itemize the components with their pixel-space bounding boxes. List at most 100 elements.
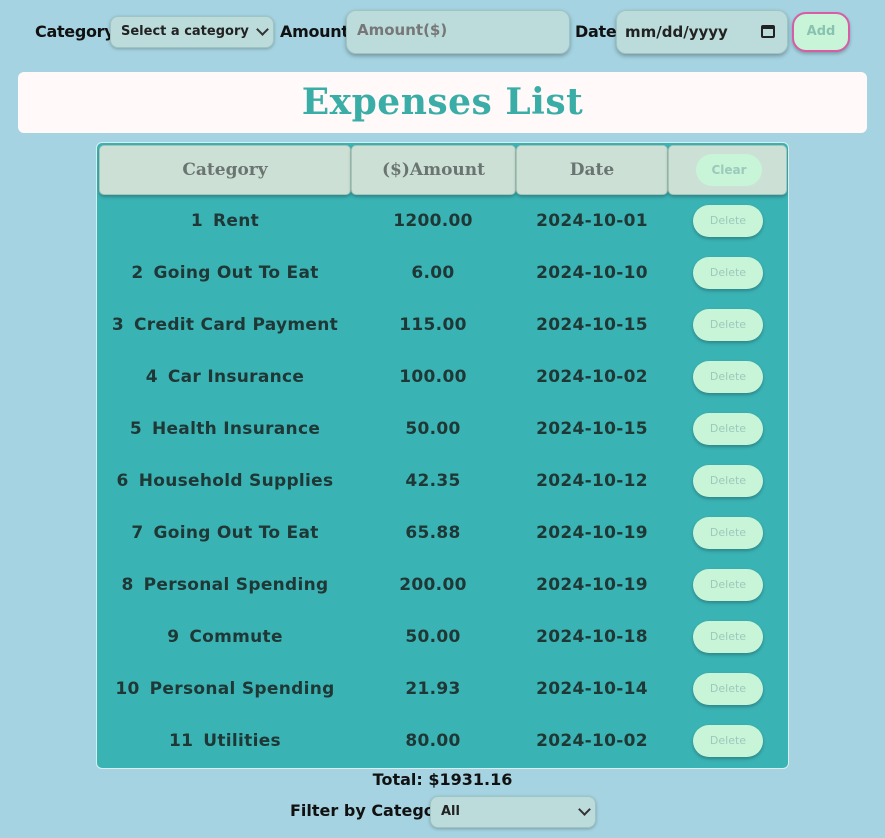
cell-category: 6 Household Supplies (97, 455, 353, 507)
row-index: 2 (131, 263, 144, 283)
header-date: Date (516, 145, 668, 195)
chevron-down-icon (578, 803, 591, 816)
row-category: Going Out To Eat (153, 263, 319, 283)
page-title: Expenses List (301, 81, 584, 123)
filter-select[interactable]: All (430, 796, 596, 828)
table-row: 6 Household Supplies 42.35 2024-10-12 Del… (97, 455, 788, 507)
row-index: 4 (145, 367, 158, 387)
cell-amount: 21.93 (405, 679, 461, 699)
cell-amount: 50.00 (405, 627, 461, 647)
delete-button[interactable]: Delete (693, 621, 763, 653)
cell-date: 2024-10-15 (536, 419, 648, 439)
date-input[interactable]: mm/dd/yyyy (616, 10, 788, 54)
delete-button[interactable]: Delete (693, 413, 763, 445)
delete-button[interactable]: Delete (693, 569, 763, 601)
table-row: 8 Personal Spending 200.00 2024-10-19 Del… (97, 559, 788, 611)
row-index: 9 (167, 627, 180, 647)
cell-amount: 100.00 (399, 367, 467, 387)
category-select-value: Select a category (121, 24, 249, 39)
cell-date: 2024-10-18 (536, 627, 648, 647)
title-banner: Expenses List (18, 72, 867, 133)
cell-amount: 42.35 (405, 471, 461, 491)
table-row: 4 Car Insurance 100.00 2024-10-02 Delete (97, 351, 788, 403)
cell-category: 10 Personal Spending (97, 663, 353, 715)
cell-category: 4 Car Insurance (97, 351, 353, 403)
cell-amount: 115.00 (399, 315, 467, 335)
row-index: 5 (129, 419, 142, 439)
amount-input[interactable]: Amount($) (346, 10, 570, 54)
table-row: 7 Going Out To Eat 65.88 2024-10-19 Delet… (97, 507, 788, 559)
table-row: 9 Commute 50.00 2024-10-18 Delete (97, 611, 788, 663)
calendar-icon[interactable] (761, 25, 775, 38)
header-actions: Clear (668, 145, 787, 195)
filter-select-value: All (441, 804, 460, 819)
header-amount: ($)Amount (351, 145, 516, 195)
row-category: Credit Card Payment (134, 315, 339, 335)
cell-date: 2024-10-14 (536, 679, 648, 699)
category-select[interactable]: Select a category (110, 16, 274, 48)
cell-amount: 50.00 (405, 419, 461, 439)
cell-category: 5 Health Insurance (97, 403, 353, 455)
clear-button[interactable]: Clear (696, 154, 762, 186)
cell-category: 3 Credit Card Payment (97, 299, 353, 351)
cell-amount: 80.00 (405, 731, 461, 751)
date-placeholder: mm/dd/yyyy (625, 23, 728, 41)
cell-date: 2024-10-19 (536, 523, 648, 543)
row-category: Car Insurance (167, 367, 305, 387)
row-category: Health Insurance (151, 419, 321, 439)
table-row: 1 Rent 1200.00 2024-10-01 Delete (97, 195, 788, 247)
cell-date: 2024-10-12 (536, 471, 648, 491)
cell-date: 2024-10-15 (536, 315, 648, 335)
cell-category: 9 Commute (97, 611, 353, 663)
delete-button[interactable]: Delete (693, 205, 763, 237)
table-row: 5 Health Insurance 50.00 2024-10-15 Delet… (97, 403, 788, 455)
cell-date: 2024-10-19 (536, 575, 648, 595)
delete-button[interactable]: Delete (693, 465, 763, 497)
row-index: 1 (190, 211, 204, 231)
delete-button[interactable]: Delete (693, 517, 763, 549)
expense-form: Category: Select a category Amount: Amou… (0, 8, 885, 56)
row-category: Utilities (203, 731, 281, 751)
row-category: Personal Spending (143, 575, 329, 595)
delete-button[interactable]: Delete (693, 725, 763, 757)
row-category: Commute (189, 627, 283, 647)
table-row: 10 Personal Spending 21.93 2024-10-14 Del… (97, 663, 788, 715)
delete-button[interactable]: Delete (693, 361, 763, 393)
cell-category: 2 Going Out To Eat (97, 247, 353, 299)
delete-button[interactable]: Delete (693, 673, 763, 705)
row-category: Personal Spending (149, 679, 335, 699)
cell-date: 2024-10-10 (536, 263, 648, 283)
chevron-down-icon (256, 23, 269, 36)
cell-category: 7 Going Out To Eat (97, 507, 353, 559)
row-index: 3 (111, 315, 125, 335)
header-category: Category (99, 145, 351, 195)
cell-date: 2024-10-02 (536, 731, 648, 751)
delete-button[interactable]: Delete (693, 309, 763, 341)
row-category: Household Supplies (138, 471, 334, 491)
cell-date: 2024-10-01 (536, 211, 648, 231)
row-category: Going Out To Eat (153, 523, 319, 543)
cell-amount: 1200.00 (393, 211, 473, 231)
row-index: 7 (131, 523, 144, 543)
table-row: 11 Utilities 80.00 2024-10-02 Delete (97, 715, 788, 767)
cell-category: 8 Personal Spending (97, 559, 353, 611)
amount-label: Amount: (280, 22, 355, 41)
row-index: 10 (115, 679, 140, 699)
cell-amount: 200.00 (399, 575, 467, 595)
cell-category: 1 Rent (97, 195, 353, 247)
cell-date: 2024-10-02 (536, 367, 648, 387)
table-row: 2 Going Out To Eat 6.00 2024-10-10 Delete (97, 247, 788, 299)
row-category: Rent (213, 211, 260, 231)
add-button[interactable]: Add (792, 12, 850, 52)
cell-category: 11 Utilities (97, 715, 353, 767)
row-index: 8 (121, 575, 134, 595)
cell-amount: 6.00 (411, 263, 455, 283)
amount-placeholder: Amount($) (357, 21, 448, 39)
cell-amount: 65.88 (405, 523, 461, 543)
table-row: 3 Credit Card Payment 115.00 2024-10-15 D… (97, 299, 788, 351)
expenses-table: Category ($)Amount Date Clear 1 Rent 1200… (96, 142, 789, 769)
row-index: 6 (116, 471, 129, 491)
row-index: 11 (169, 731, 194, 751)
category-label: Category: (35, 22, 121, 41)
delete-button[interactable]: Delete (693, 257, 763, 289)
